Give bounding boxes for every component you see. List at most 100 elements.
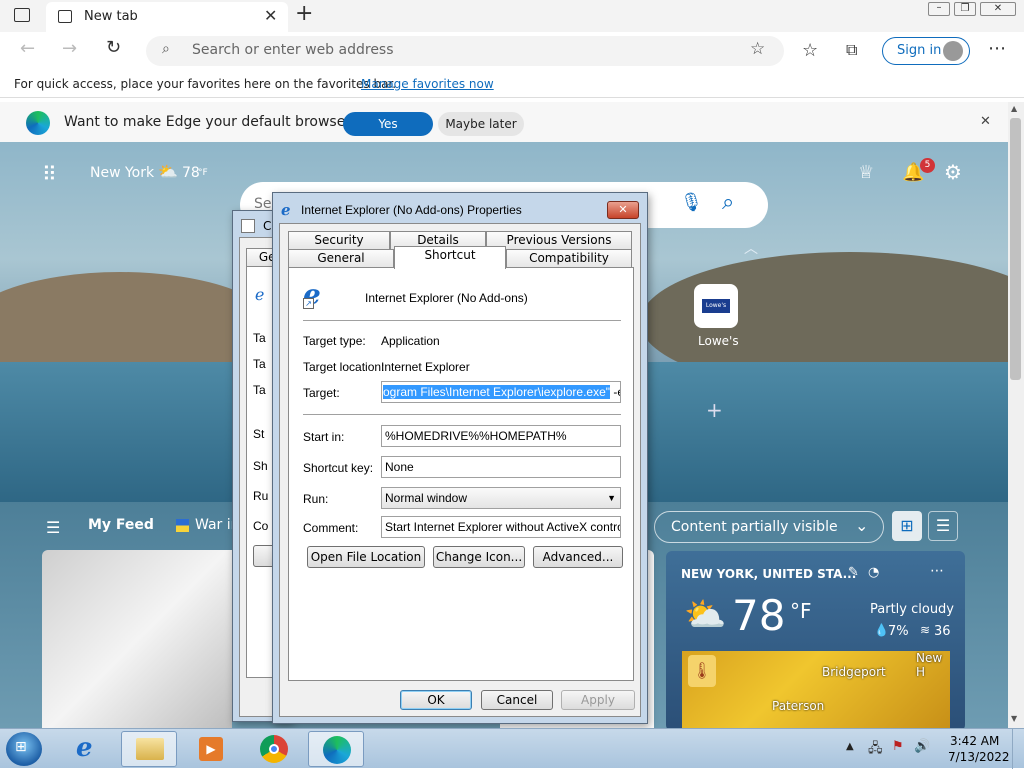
run-select[interactable]: Normal window ▼	[381, 487, 621, 509]
maybe-later-button[interactable]: Maybe later	[438, 112, 524, 136]
target-field[interactable]: ogram Files\Internet Explorer\iexplore.e…	[381, 381, 621, 403]
notification-badge: 5	[920, 158, 935, 173]
weather-more-icon[interactable]: ⋯	[930, 563, 944, 579]
taskbar-media-player[interactable]: ▶	[183, 731, 239, 767]
weather-temp: 78	[732, 591, 786, 640]
refresh-icon[interactable]: ↻	[106, 37, 121, 58]
yes-button[interactable]: Yes	[343, 112, 433, 136]
add-quicklink-icon[interactable]: +	[706, 398, 723, 422]
media-player-icon: ▶	[199, 737, 223, 761]
feed-card-image[interactable]	[42, 550, 232, 728]
scroll-thumb[interactable]	[1010, 118, 1021, 380]
apply-button[interactable]: Apply	[561, 690, 635, 710]
dialog-close-button[interactable]: ✕	[607, 201, 639, 219]
taskbar-ie[interactable]: ℯ	[62, 731, 118, 767]
ntp-location[interactable]: New York	[90, 165, 154, 181]
tray-expand-icon[interactable]: ▲	[846, 741, 854, 752]
weather-aqi: 36	[934, 624, 951, 639]
tray-network-icon[interactable]: 🖧	[868, 739, 883, 761]
clock-date[interactable]: 7/13/2022	[948, 750, 1010, 764]
back-shortcut-icon: ℯ	[255, 285, 265, 304]
weather-location: NEW YORK, UNITED STA...	[681, 567, 857, 581]
location-pin-icon[interactable]: ◔	[868, 565, 879, 580]
back-icon[interactable]: ←	[20, 38, 35, 59]
cancel-button[interactable]: Cancel	[481, 690, 553, 710]
tab-security[interactable]: Security	[288, 231, 390, 249]
close-infobar-icon[interactable]: ✕	[980, 114, 991, 129]
close-window-button[interactable]: ✕	[980, 2, 1016, 16]
tab-actions-icon[interactable]	[14, 8, 30, 22]
add-favorite-icon[interactable]: ☆	[750, 39, 765, 59]
shortcut-arrow-icon: ↗	[303, 298, 314, 309]
windows-logo-icon: ⊞	[15, 739, 27, 755]
list-layout-icon[interactable]: ☰	[928, 511, 958, 541]
my-feed-label[interactable]: My Feed	[88, 517, 154, 533]
manage-favorites-link[interactable]: Manage favorites now	[361, 77, 494, 91]
advanced-button[interactable]: Advanced...	[533, 546, 623, 568]
show-desktop-button[interactable]	[1012, 729, 1024, 769]
tab-previous-versions[interactable]: Previous Versions	[486, 231, 632, 249]
comment-field[interactable]: Start Internet Explorer without ActiveX …	[381, 516, 621, 538]
tray-volume-icon[interactable]: 🔊	[914, 739, 930, 754]
scroll-up-icon[interactable]: ▲	[1011, 104, 1017, 113]
tray-flag-icon[interactable]: ⚑	[892, 739, 904, 754]
taskbar-chrome[interactable]	[246, 731, 302, 767]
weather-condition: Partly cloudy	[870, 602, 954, 617]
map-city-newhaven: New H	[916, 651, 943, 679]
dropdown-arrow-icon: ▼	[607, 493, 616, 503]
ntp-search-icon[interactable]: ⌕	[722, 190, 734, 215]
tab-new-tab[interactable]: New tab ✕	[46, 2, 288, 32]
target-selected-text: ogram Files\Internet Explorer\iexplore.e…	[383, 385, 611, 399]
mic-icon[interactable]: 🎙	[680, 192, 703, 213]
quicklink-lowes[interactable]: Lowe's	[694, 284, 738, 328]
taskbar-explorer[interactable]	[121, 731, 177, 767]
sign-in-button[interactable]: Sign in	[882, 37, 970, 65]
new-tab-button[interactable]: +	[295, 1, 313, 26]
settings-more-icon[interactable]: ⋯	[988, 38, 1006, 59]
content-visibility-dropdown[interactable]: Content partially visible ⌄	[654, 511, 884, 543]
change-icon-button[interactable]: Change Icon...	[433, 546, 525, 568]
scroll-down-icon[interactable]: ▼	[1011, 714, 1017, 723]
chevron-up-icon[interactable]: ︿	[744, 238, 758, 258]
apps-grid-icon[interactable]: ⠿	[42, 162, 57, 186]
ie-title-icon: ℯ	[281, 201, 291, 219]
back-label-2: Ta	[253, 383, 266, 397]
favorites-bar: For quick access, place your favorites h…	[0, 70, 1024, 98]
open-file-location-button[interactable]: Open File Location	[307, 546, 425, 568]
run-label: Run:	[303, 492, 329, 506]
tab-shortcut[interactable]: Shortcut	[394, 246, 506, 269]
clock-time[interactable]: 3:42 AM	[950, 734, 999, 748]
feed-menu-icon[interactable]: ☰	[46, 518, 60, 537]
taskbar-edge[interactable]	[308, 731, 364, 767]
raindrop-icon: 💧	[874, 623, 889, 637]
chevron-down-icon: ⌄	[855, 516, 869, 535]
chrome-center	[269, 744, 279, 754]
close-tab-icon[interactable]: ✕	[264, 6, 277, 25]
edit-location-icon[interactable]: ✎	[848, 565, 859, 580]
tab-title: New tab	[84, 9, 138, 24]
favbar-text: For quick access, place your favorites h…	[14, 77, 397, 91]
search-icon: ⌕	[162, 41, 170, 57]
collections-icon[interactable]: ⧉	[846, 40, 857, 60]
forward-icon[interactable]: →	[62, 38, 77, 59]
rewards-icon[interactable]: ♕	[858, 162, 874, 183]
page-scrollbar[interactable]: ▲ ▼	[1008, 102, 1024, 728]
ntp-settings-icon[interactable]: ⚙	[944, 160, 962, 184]
weather-map[interactable]: 🌡 Bridgeport Paterson New H	[682, 651, 950, 728]
target-type-value: Application	[381, 334, 440, 348]
start-in-field[interactable]: %HOMEDRIVE%%HOMEPATH%	[381, 425, 621, 447]
minimize-button[interactable]: –	[928, 2, 950, 16]
weather-card[interactable]: NEW YORK, UNITED STA... ✎ ◔ ⋯ ⛅ 78 °F Pa…	[666, 551, 965, 728]
restore-button[interactable]: ❐	[954, 2, 976, 16]
tab-compatibility[interactable]: Compatibility	[506, 249, 632, 267]
weather-small-icon: ⛅	[158, 162, 178, 181]
grid-layout-icon[interactable]: ⊞	[892, 511, 922, 541]
shortcut-key-field[interactable]: None	[381, 456, 621, 478]
ie-taskbar-icon: ℯ	[76, 733, 93, 763]
weather-precip: 7%	[888, 624, 909, 639]
tab-general[interactable]: General	[288, 249, 394, 267]
ok-button[interactable]: OK	[400, 690, 472, 710]
address-bar[interactable]: ⌕ Search or enter web address ☆	[146, 36, 784, 66]
run-select-value: Normal window	[385, 491, 468, 505]
favorites-icon[interactable]: ☆	[802, 40, 818, 61]
